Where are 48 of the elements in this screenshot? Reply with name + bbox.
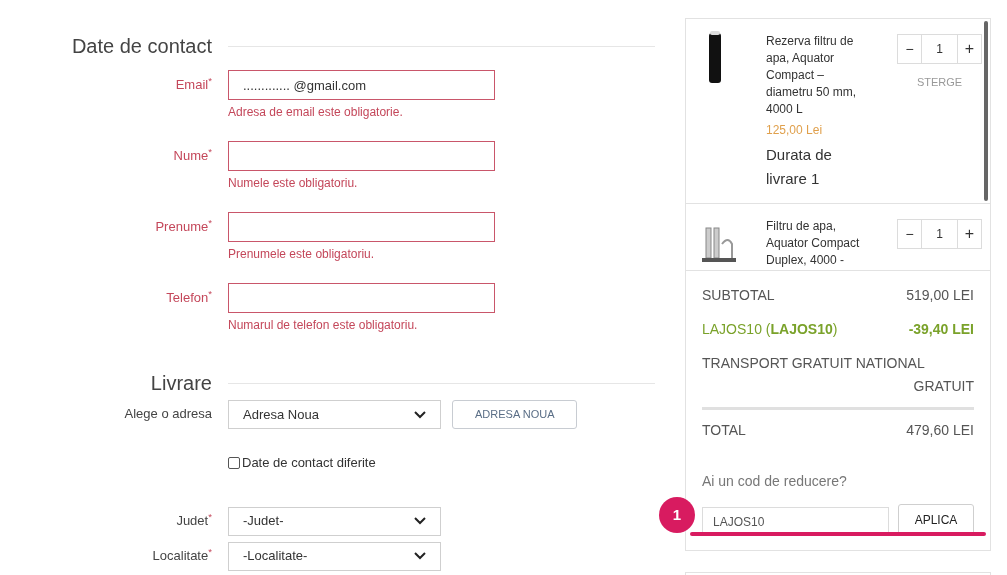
filter-cartridge-image [708, 31, 722, 83]
error-message: Numele este obligatoriu. [228, 175, 359, 192]
text-field[interactable] [228, 212, 495, 242]
error-message: Prenumele este obligatoriu. [228, 246, 376, 263]
field-label: Localitate$^{*}$ [151, 544, 212, 565]
select-field[interactable]: -Judet- [228, 506, 441, 536]
discount-value: -39,40 LEI [908, 320, 974, 339]
increase-button[interactable]: + [957, 220, 981, 248]
error-message: Numarul de telefon este obligatoriu. [228, 317, 419, 334]
field-label: Judet$^{*}$ [175, 509, 212, 530]
quantity-value: 1 [935, 226, 944, 243]
quantity-value: 1 [935, 41, 944, 58]
section-heading: Livrare [149, 371, 212, 396]
field-label: Nume$^{*}$ [172, 145, 212, 165]
product-price: 125,00 Lei [766, 122, 824, 139]
new-address-button[interactable]: ADRESA NOUA [452, 400, 578, 429]
summary-label: SUBTOTAL [702, 286, 775, 305]
increase-button[interactable]: + [957, 35, 981, 63]
section-heading: Date de contact [70, 34, 212, 59]
annotation-badge: 1 [659, 497, 695, 533]
error-message: Adresa de email este obligatorie. [228, 104, 404, 121]
field-label: Alege o adresa [123, 405, 212, 423]
field-label: Prenume$^{*}$ [154, 216, 212, 236]
summary-label: TRANSPORT GRATUIT NATIONAL [702, 354, 926, 373]
checkbox[interactable] [228, 456, 240, 469]
chevron-down-icon [414, 517, 426, 525]
select-field[interactable]: -Localitate- [228, 541, 441, 571]
chevron-down-icon [414, 410, 426, 419]
decrease-button[interactable]: − [898, 220, 922, 248]
summary-value: GRATUIT [912, 377, 974, 396]
field-label: Email$^{*}$ [174, 74, 212, 94]
coupon-prompt: Ai un cod de reducere? [702, 472, 848, 491]
delivery-time: Durata de livrare 1 [766, 145, 833, 189]
summary-value: 519,00 LEI [906, 286, 974, 305]
decrease-button[interactable]: − [898, 35, 922, 63]
field-label: Telefon$^{*}$ [165, 287, 212, 307]
scrollbar[interactable] [984, 21, 988, 201]
summary-label: TOTAL [702, 421, 746, 440]
product-name: Rezerva filtru de apa, Aquator Compact – diametru 50 mm, 4000 L [766, 33, 858, 118]
text-field[interactable] [228, 141, 495, 171]
text-field[interactable]: ............. @gmail.com [228, 70, 495, 100]
chevron-down-icon [414, 552, 426, 560]
checkbox-label: Date de contact diferite [242, 454, 376, 472]
select-field[interactable]: Adresa Noua [228, 400, 441, 429]
summary-value: 479,60 LEI [906, 421, 974, 440]
text-field[interactable] [228, 283, 495, 313]
product-name: Filtru de apa, Aquator Compact Duplex, 4000 - [766, 218, 861, 269]
discount-label: LAJOS10 (LAJOS10) [702, 320, 838, 339]
